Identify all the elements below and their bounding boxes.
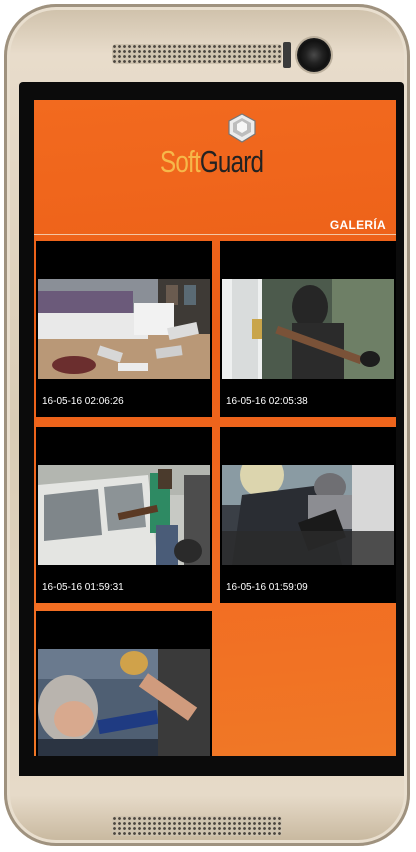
snapshot-image	[38, 279, 210, 379]
snapshot-timestamp: 16-05-16 02:05:38	[226, 396, 308, 407]
earpiece-speaker	[112, 44, 282, 64]
header-divider	[34, 234, 396, 235]
gallery-item[interactable]: 16-05-16 01:59:31	[36, 427, 212, 603]
sensor-strip	[283, 42, 291, 68]
app-screen: SoftGuard GALERÍA 16-05-16 02:06:26 16-0…	[34, 100, 396, 756]
gallery-item[interactable]: 16-05-16 01:59:09	[220, 427, 396, 603]
gallery-item[interactable]: 16-05-16 02:06:26	[36, 241, 212, 417]
gallery-item[interactable]	[36, 611, 212, 756]
snapshot-image	[38, 465, 210, 565]
section-title: GALERÍA	[329, 218, 386, 232]
bottom-bezel	[19, 756, 404, 776]
bottom-speaker	[112, 816, 282, 836]
snapshot-timestamp: 16-05-16 01:59:31	[42, 582, 124, 593]
gallery-item[interactable]: 16-05-16 02:05:38	[220, 241, 396, 417]
front-camera-icon	[297, 38, 331, 72]
snapshot-timestamp: 16-05-16 02:06:26	[42, 396, 124, 407]
brand-wordmark: SoftGuard	[160, 144, 264, 180]
brand-soft-text: Soft	[160, 144, 201, 179]
brand-logo: SoftGuard	[34, 100, 396, 218]
snapshot-image	[222, 465, 394, 565]
snapshot-timestamp: 16-05-16 01:59:09	[226, 582, 308, 593]
shield-badge-icon	[228, 113, 256, 143]
snapshot-image	[222, 279, 394, 379]
snapshot-image	[38, 649, 210, 756]
brand-guard-text: Guard	[199, 144, 264, 179]
